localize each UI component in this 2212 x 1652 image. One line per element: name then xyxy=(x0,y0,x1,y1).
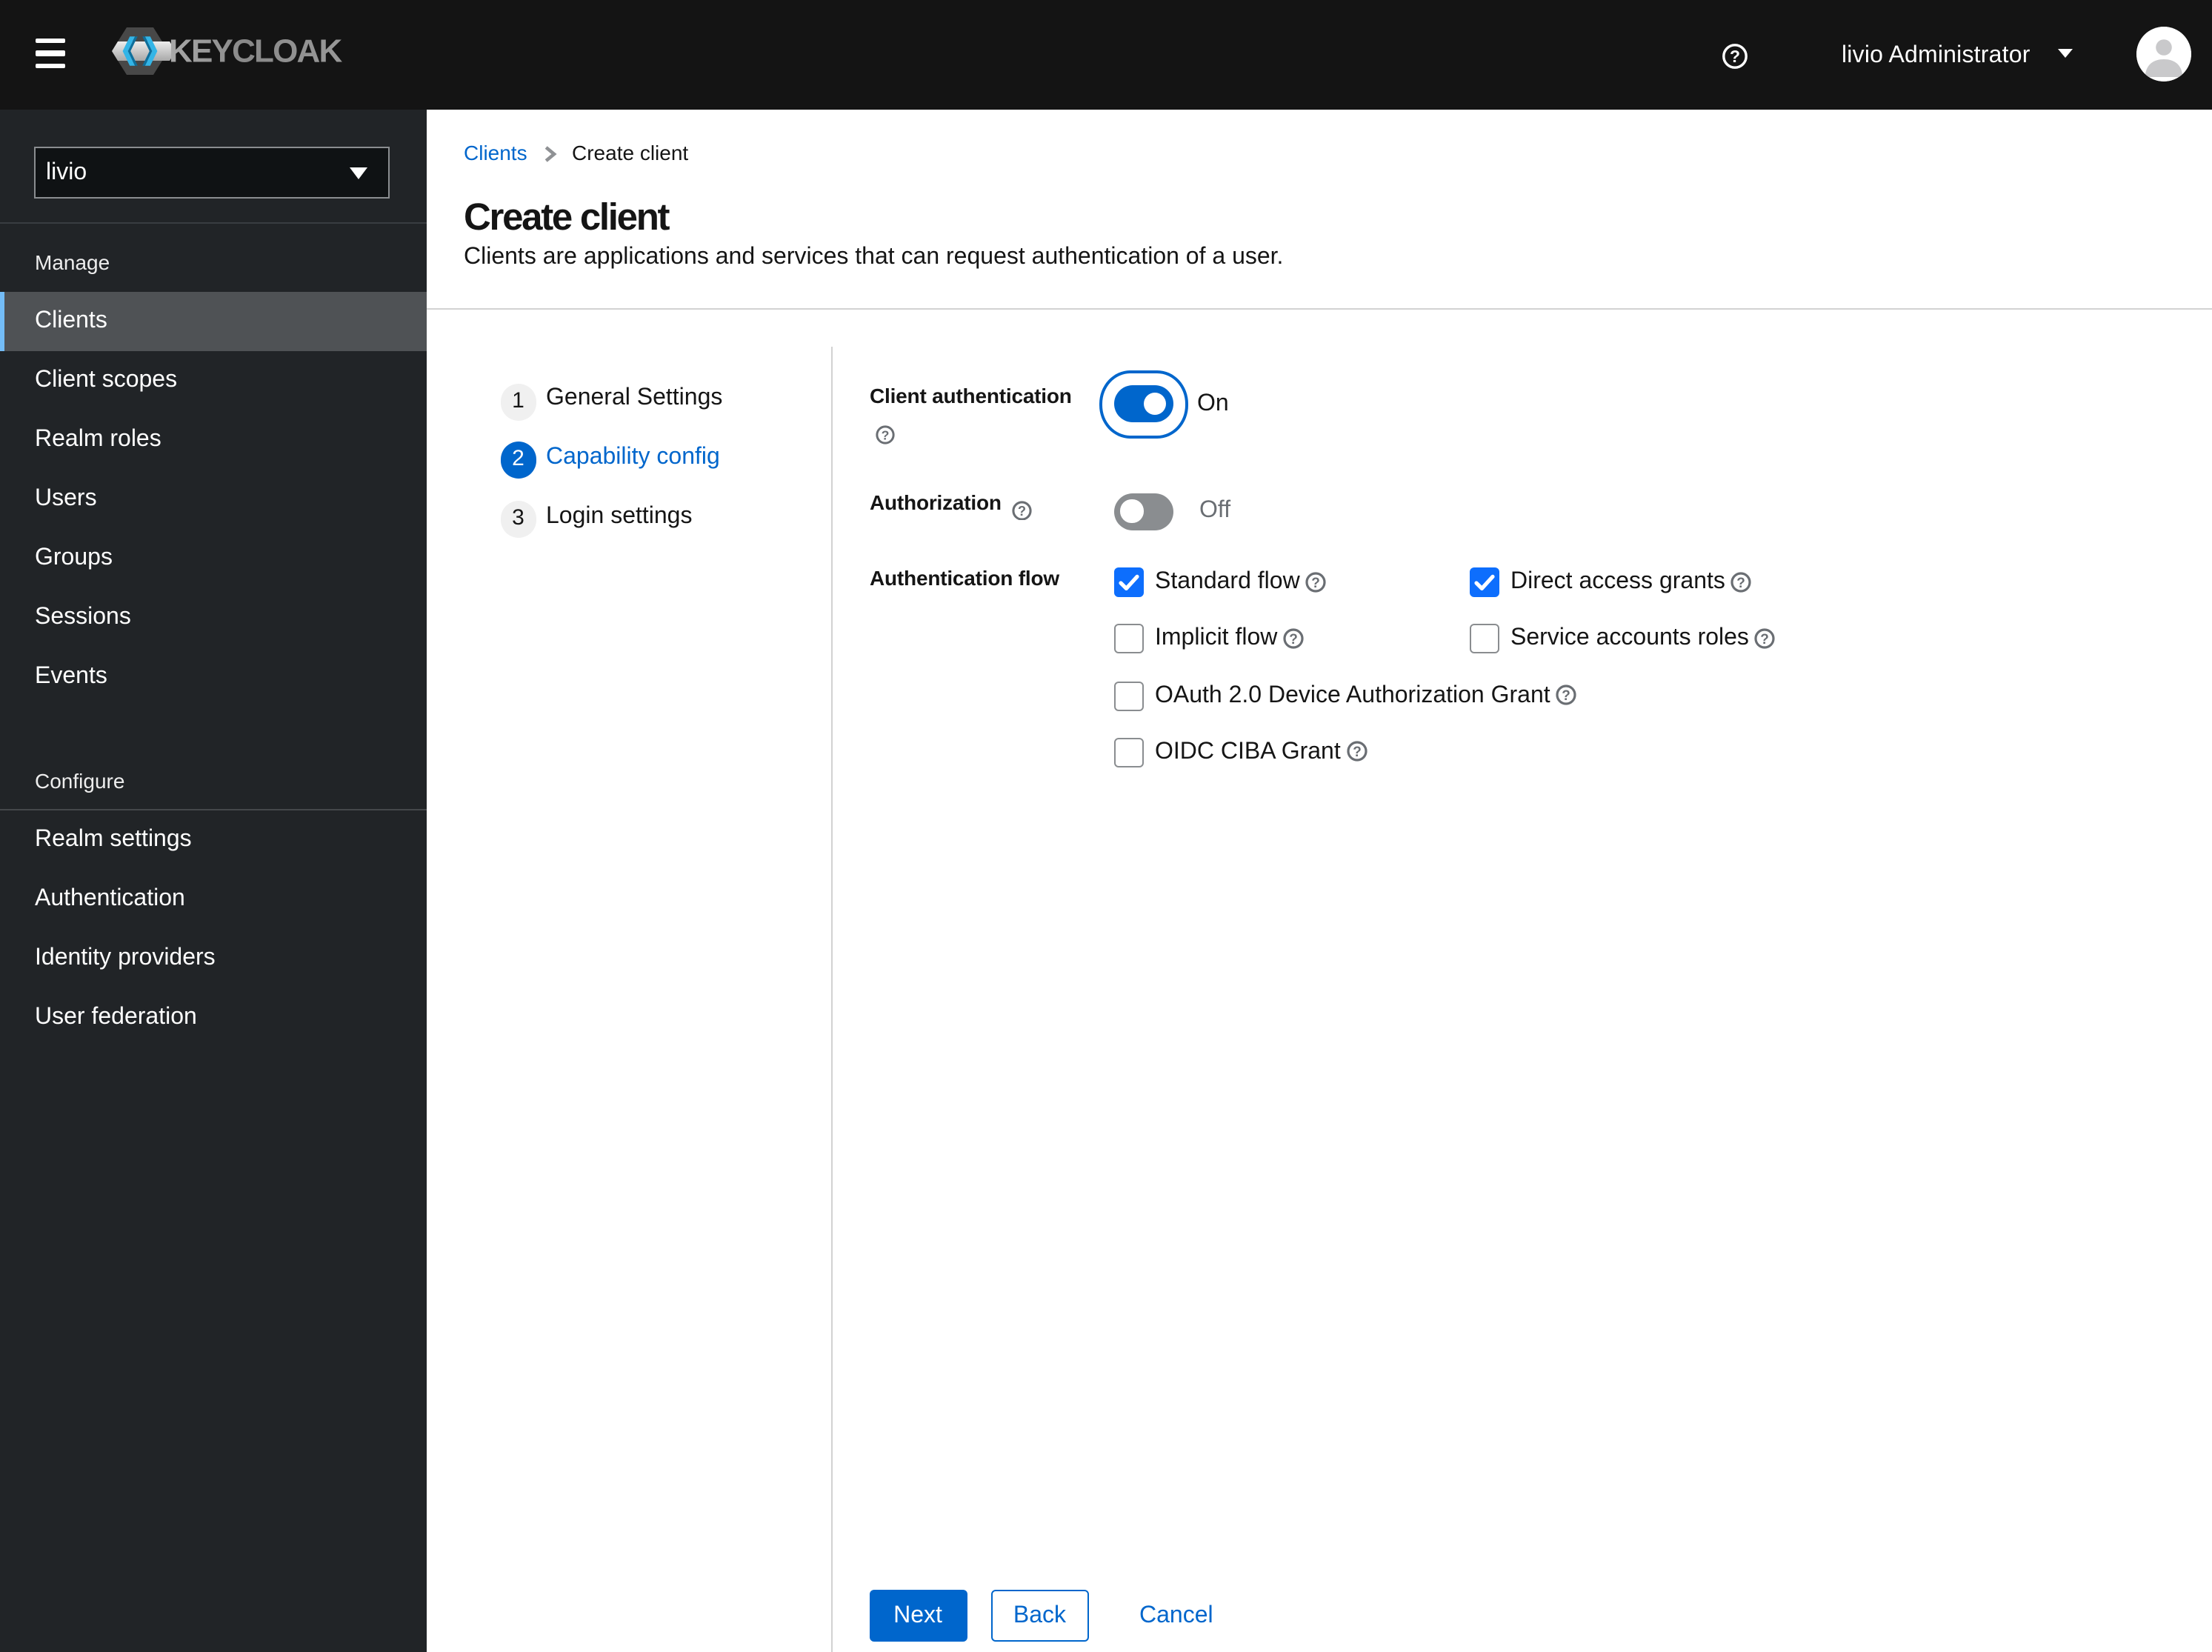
svg-text:?: ? xyxy=(1353,745,1362,761)
svg-text:?: ? xyxy=(1761,631,1770,647)
svg-text:?: ? xyxy=(881,427,889,442)
svg-text:?: ? xyxy=(1018,502,1026,518)
svg-text:?: ? xyxy=(1730,46,1740,65)
svg-text:?: ? xyxy=(1562,688,1571,704)
svg-text:?: ? xyxy=(1737,575,1746,590)
svg-text:?: ? xyxy=(1290,631,1299,647)
svg-text:KEYCLOAK: KEYCLOAK xyxy=(169,33,343,70)
svg-text:?: ? xyxy=(1312,575,1321,590)
